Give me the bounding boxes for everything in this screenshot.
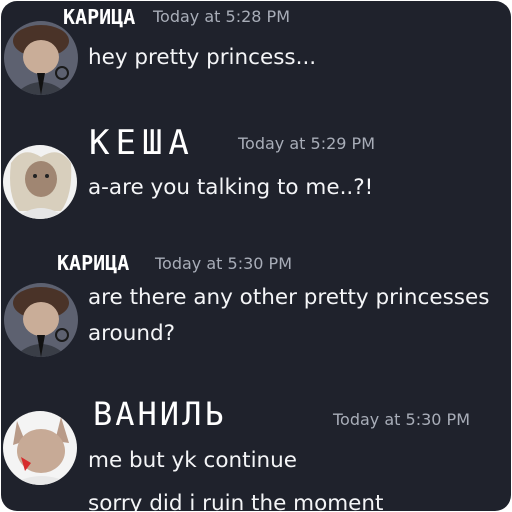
message-text: are there any other pretty princesses — [88, 285, 490, 310]
avatar-karitsa-icon[interactable] — [4, 283, 78, 357]
message-text: a-are you talking to me..?! — [88, 175, 374, 200]
message-text: hey pretty princess... — [88, 45, 317, 70]
author-name[interactable]: ВАНИЛЬ — [93, 395, 227, 433]
message-timestamp: Today at 5:28 PM — [153, 7, 290, 26]
message-text: me but yk continue — [88, 448, 298, 473]
avatar-kesha-icon[interactable] — [3, 145, 77, 219]
message-text: sorry did i ruin the moment — [88, 491, 384, 511]
avatar-vanil-icon[interactable] — [3, 411, 77, 485]
author-name[interactable]: КЕША — [89, 123, 195, 163]
message-timestamp: Today at 5:30 PM — [333, 410, 470, 429]
author-name[interactable]: КАРИЦА — [57, 251, 129, 275]
author-name[interactable]: КАРИЦА — [63, 5, 135, 29]
chat-window: КАРИЦА Today at 5:28 PM hey pretty princ… — [1, 1, 511, 511]
message-text: around? — [88, 321, 176, 346]
avatar-karitsa-icon[interactable] — [4, 21, 78, 95]
message-timestamp: Today at 5:30 PM — [155, 254, 292, 273]
message-timestamp: Today at 5:29 PM — [238, 134, 375, 153]
